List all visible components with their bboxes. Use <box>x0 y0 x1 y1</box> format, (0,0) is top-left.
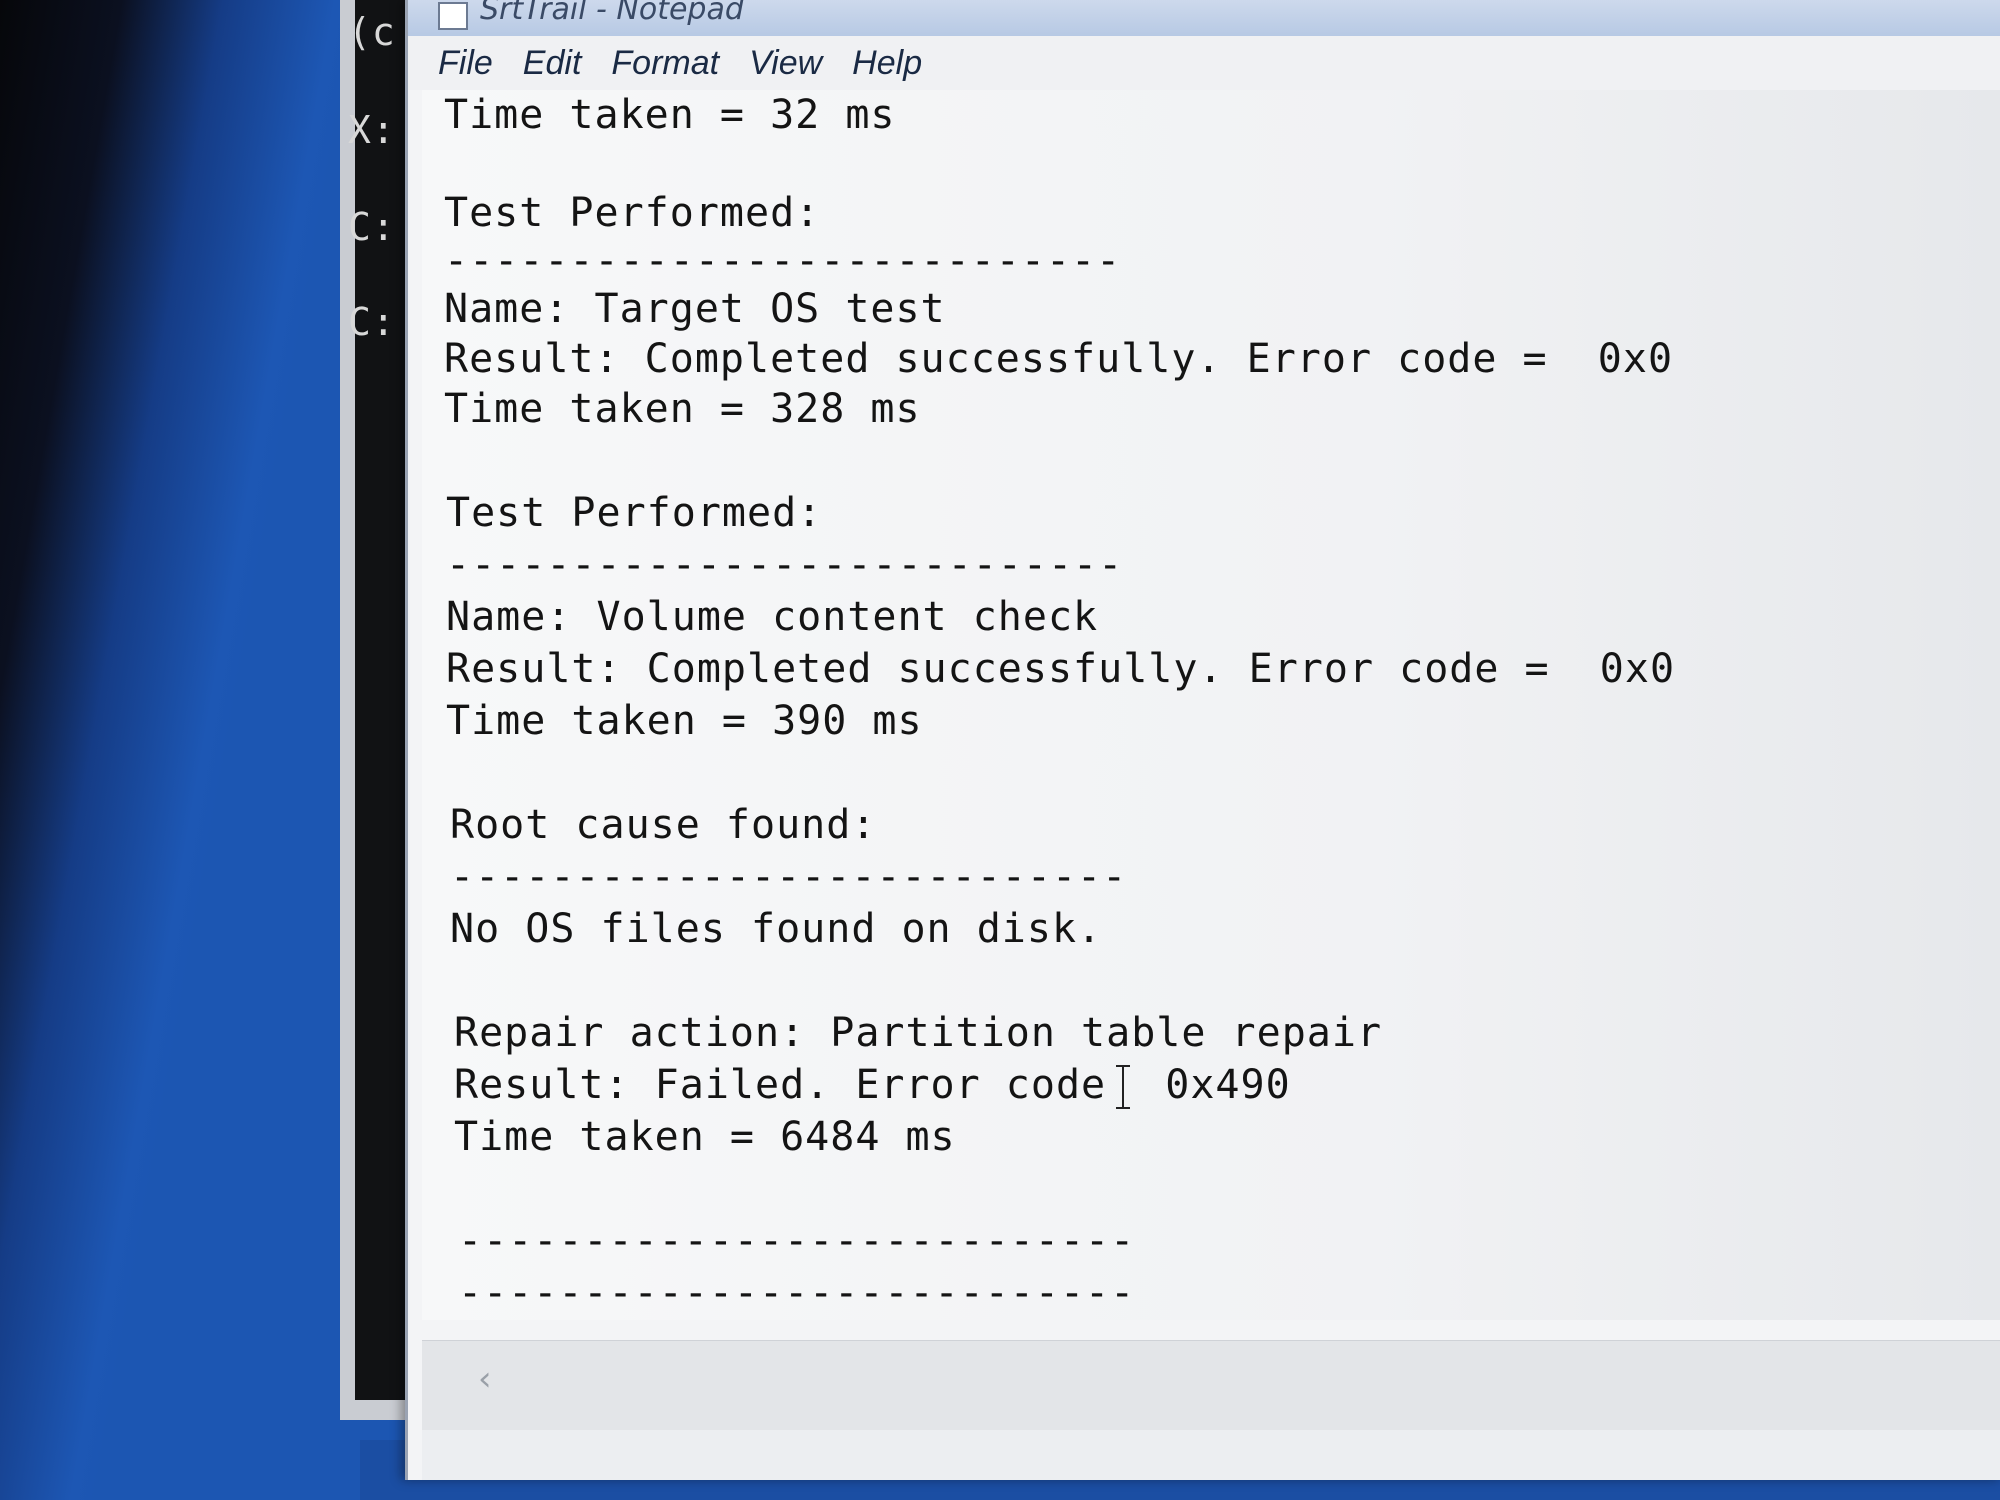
window-title: SrtTrail - Notepad <box>480 0 744 27</box>
log-line: Time taken = 390 ms <box>446 698 923 744</box>
log-line: No OS files found on disk. <box>450 906 1103 952</box>
text-editor-area[interactable]: Time taken = 32 ms Test Performed: -----… <box>422 90 2000 1320</box>
text-cursor-icon <box>1116 1065 1131 1109</box>
log-separator: --------------------------- <box>458 1218 1136 1264</box>
menu-help[interactable]: Help <box>852 44 922 83</box>
log-separator: --------------------------- <box>446 542 1124 588</box>
menu-view[interactable]: View <box>749 44 822 83</box>
window-bottom-edge <box>422 1430 2000 1480</box>
log-line: Time taken = 32 ms <box>444 92 896 138</box>
log-line: Root cause found: <box>450 802 877 848</box>
error-code: 0x490 <box>1165 1062 1291 1108</box>
log-separator: --------------------------- <box>458 1270 1136 1316</box>
log-line: Test Performed: <box>446 490 823 536</box>
console-prompt: (c <box>348 10 396 54</box>
menu-bar: File Edit Format View Help <box>408 36 2000 90</box>
console-prompt: C: <box>348 205 396 249</box>
horizontal-scrollbar[interactable]: ‹ <box>422 1340 2000 1431</box>
log-line: Result: Completed successfully. Error co… <box>446 646 1676 692</box>
log-separator: --------------------------- <box>444 238 1122 284</box>
menu-edit[interactable]: Edit <box>523 44 582 83</box>
log-line: Repair action: Partition table repair <box>454 1010 1383 1056</box>
console-prompt: X: <box>348 108 396 152</box>
log-line: Test Performed: <box>444 190 821 236</box>
log-line-failed-result: Result: Failed. Error code 0x490 <box>454 1062 1291 1109</box>
notepad-window: SrtTrail - Notepad File Edit Format View… <box>405 0 2000 1480</box>
log-separator: --------------------------- <box>450 854 1128 900</box>
menu-file[interactable]: File <box>438 44 493 83</box>
log-line: Name: Volume content check <box>446 594 1099 640</box>
notepad-icon <box>438 2 468 30</box>
log-line: Name: Target OS test <box>444 286 946 332</box>
scroll-left-icon[interactable]: ‹ <box>478 1359 492 1399</box>
log-line: Time taken = 328 ms <box>444 386 921 432</box>
log-line: Time taken = 6484 ms <box>454 1114 956 1160</box>
failed-result-prefix: Result: Failed. Error code <box>454 1062 1107 1108</box>
title-bar[interactable]: SrtTrail - Notepad <box>408 0 2000 37</box>
menu-format[interactable]: Format <box>611 44 719 83</box>
console-prompt: C: <box>348 300 396 344</box>
log-line: Result: Completed successfully. Error co… <box>444 336 1674 382</box>
